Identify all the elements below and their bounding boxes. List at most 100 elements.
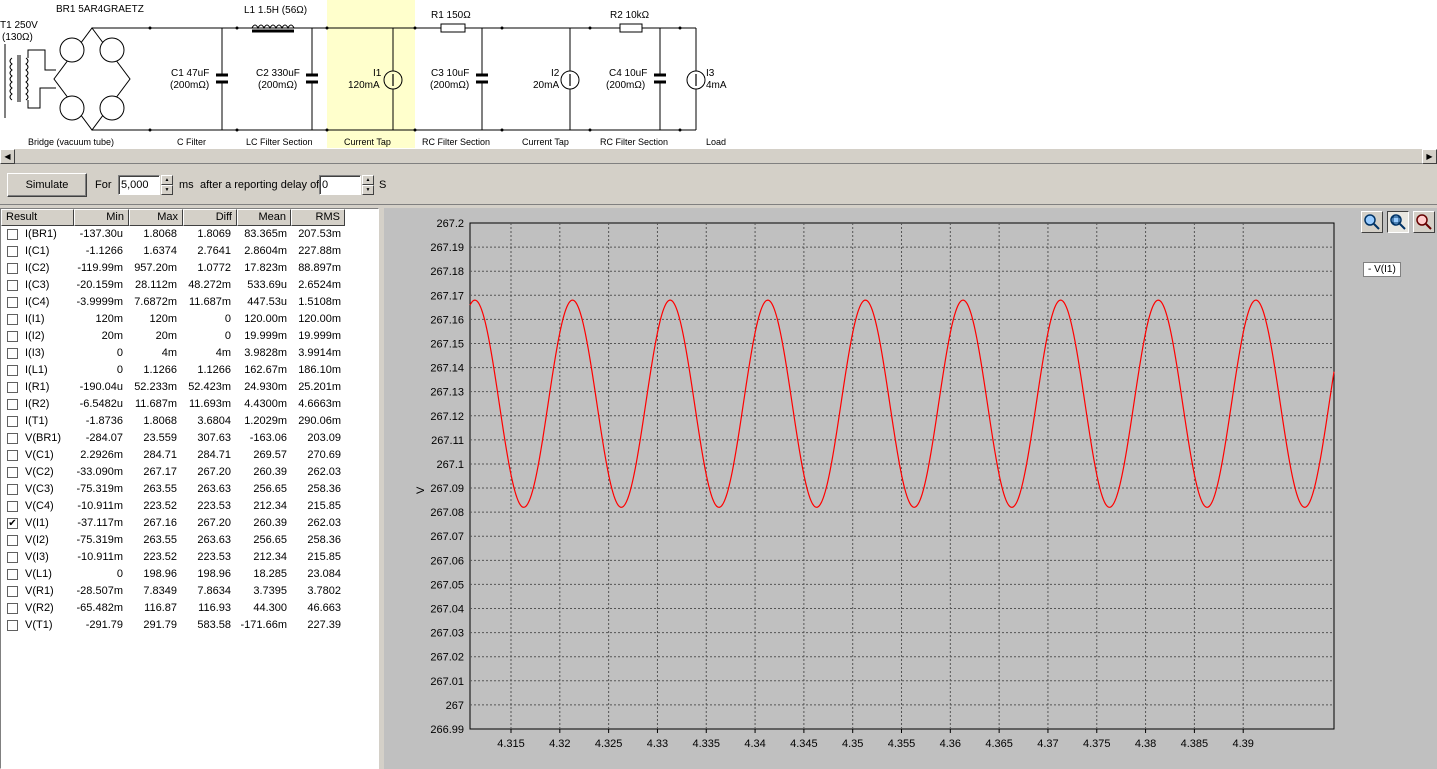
result-name: V(I1) [25, 517, 49, 529]
header-result[interactable]: Result [1, 209, 74, 226]
voltage-chart[interactable]: 267.2 267.19 267.18 267.17 267.16 267.15 267.1… [384, 208, 1437, 769]
result-max: 20m [155, 330, 177, 342]
row-checkbox[interactable] [7, 246, 18, 257]
result-diff: 3.6804 [197, 415, 231, 427]
table-row[interactable]: I(C2) -119.99m 957.20m 1.0772 17.823m 88.897m [1, 260, 378, 277]
row-checkbox[interactable] [7, 314, 18, 325]
table-row[interactable]: I(L1) 0 1.1266 1.1266 162.67m 186.10m [1, 362, 378, 379]
header-rms[interactable]: RMS [291, 209, 345, 226]
table-row[interactable]: V(R1) -28.507m 7.8349 7.8634 3.7395 3.7802 [1, 583, 378, 600]
scroll-right-icon[interactable]: ▶ [1422, 149, 1437, 164]
schematic-horizontal-scrollbar[interactable]: ◀ ▶ [0, 148, 1437, 164]
y-tick-label: 267.16 [430, 314, 464, 326]
header-min[interactable]: Min [74, 209, 129, 226]
table-row[interactable]: V(C1) 2.2926m 284.71 284.71 269.57 270.69 [1, 447, 378, 464]
result-min: -20.159m [76, 279, 123, 291]
table-row[interactable]: V(R2) -65.482m 116.87 116.93 44.300 46.663 [1, 600, 378, 617]
zoom-out-icon[interactable] [1413, 211, 1435, 233]
row-checkbox[interactable] [7, 535, 18, 546]
result-diff: 0 [224, 330, 231, 342]
row-checkbox[interactable] [7, 569, 18, 580]
load-section-label: Load [706, 137, 726, 147]
table-row[interactable]: V(I3) -10.911m 223.52 223.53 212.34 215.85 [1, 549, 378, 566]
table-row[interactable]: ✔ V(I1) -37.117m 267.16 267.20 260.39 262.03 [1, 515, 378, 532]
row-checkbox[interactable] [7, 586, 18, 597]
y-tick-label: 266.99 [430, 724, 464, 736]
row-checkbox[interactable] [7, 365, 18, 376]
row-checkbox[interactable] [7, 450, 18, 461]
result-rms: 215.85 [307, 551, 341, 563]
row-checkbox[interactable] [7, 552, 18, 563]
table-row[interactable]: I(C4) -3.9999m 7.6872m 11.687m 447.53u 1.5108… [1, 294, 378, 311]
row-checkbox[interactable] [7, 467, 18, 478]
table-row[interactable]: I(C3) -20.159m 28.112m 48.272m 533.69u 2.6524… [1, 277, 378, 294]
s-label: S [379, 179, 387, 191]
table-row[interactable]: I(I3) 0 4m 4m 3.9828m 3.9914m [1, 345, 378, 362]
chart-legend[interactable]: - V(I1) [1363, 262, 1401, 277]
table-row[interactable]: I(BR1) -137.30u 1.8068 1.8069 83.365m 207.53m [1, 226, 378, 243]
table-row[interactable]: V(I2) -75.319m 263.55 263.63 256.65 258.36 [1, 532, 378, 549]
table-row[interactable]: I(R1) -190.04u 52.233m 52.423m 24.930m 25.201… [1, 379, 378, 396]
table-row[interactable]: V(C3) -75.319m 263.55 263.63 256.65 258.36 [1, 481, 378, 498]
c1-esr: (200mΩ) [170, 80, 209, 91]
result-diff: 0 [224, 313, 231, 325]
y-tick-label: 267.19 [430, 242, 464, 254]
row-checkbox[interactable] [7, 603, 18, 614]
delay-stepper[interactable]: ▲ ▼ [362, 175, 374, 195]
table-row[interactable]: V(C4) -10.911m 223.52 223.53 212.34 215.85 [1, 498, 378, 515]
table-row[interactable]: I(I2) 20m 20m 0 19.999m 19.999m [1, 328, 378, 345]
row-checkbox[interactable] [7, 280, 18, 291]
delay-input[interactable]: 0 [319, 175, 361, 195]
y-tick-label: 267.04 [430, 604, 464, 616]
i1-value: 120mA [348, 80, 380, 91]
result-name: I(C3) [25, 279, 50, 291]
simulate-button[interactable]: Simulate [7, 173, 87, 197]
bridge-section-label: Bridge (vacuum tube) [28, 137, 114, 147]
c1-label: C1 47uF [171, 68, 209, 79]
x-tick-label: 4.34 [744, 738, 765, 750]
table-row[interactable]: I(T1) -1.8736 1.8068 3.6804 1.2029m 290.06m [1, 413, 378, 430]
header-mean[interactable]: Mean [237, 209, 291, 226]
header-diff[interactable]: Diff [183, 209, 237, 226]
result-min: 120m [95, 313, 123, 325]
result-mean: 256.65 [253, 483, 287, 495]
scroll-left-icon[interactable]: ◀ [0, 149, 15, 164]
row-checkbox[interactable] [7, 620, 18, 631]
duration-input[interactable]: 5,000 [118, 175, 160, 195]
table-row[interactable]: V(L1) 0 198.96 198.96 18.285 23.084 [1, 566, 378, 583]
row-checkbox[interactable] [7, 382, 18, 393]
table-row[interactable]: I(R2) -6.5482u 11.687m 11.693m 4.4300m 4.6663… [1, 396, 378, 413]
row-checkbox[interactable] [7, 416, 18, 427]
duration-stepper[interactable]: ▲ ▼ [161, 175, 173, 195]
table-row[interactable]: V(T1) -291.79 291.79 583.58 -171.66m 227.39 [1, 617, 378, 634]
row-checkbox[interactable] [7, 399, 18, 410]
row-checkbox[interactable] [7, 501, 18, 512]
result-max: 198.96 [143, 568, 177, 580]
header-max[interactable]: Max [129, 209, 183, 226]
result-mean: 17.823m [244, 262, 287, 274]
table-row[interactable]: V(C2) -33.090m 267.17 267.20 260.39 262.03 [1, 464, 378, 481]
table-row[interactable]: V(BR1) -284.07 23.559 307.63 -163.06 203.09 [1, 430, 378, 447]
result-mean: 260.39 [253, 466, 287, 478]
current-tap-section-label-2: Current Tap [522, 137, 569, 147]
result-mean: -163.06 [249, 432, 287, 444]
row-checkbox[interactable] [7, 484, 18, 495]
y-tick-label: 267.11 [431, 435, 464, 447]
result-name: I(T1) [25, 415, 49, 427]
zoom-fit-icon[interactable] [1387, 211, 1409, 233]
row-checkbox[interactable] [7, 433, 18, 444]
row-checkbox[interactable] [7, 263, 18, 274]
zoom-in-icon[interactable] [1361, 211, 1383, 233]
plot-area[interactable]: 267.2 267.19 267.18 267.17 267.16 267.15 267.1… [384, 208, 1437, 769]
row-checkbox[interactable] [7, 331, 18, 342]
x-tick-label: 4.37 [1037, 738, 1058, 750]
row-checkbox[interactable] [7, 297, 18, 308]
result-rms: 227.39 [307, 619, 341, 631]
c2-label: C2 330uF [256, 68, 300, 79]
table-row[interactable]: I(C1) -1.1266 1.6374 2.7641 2.8604m 227.88m [1, 243, 378, 260]
row-checkbox[interactable] [7, 348, 18, 359]
row-checkbox[interactable] [7, 229, 18, 240]
schematic-panel[interactable]: BR1 5AR4GRAETZ T1 250V (130Ω) Bridge (va… [0, 0, 1437, 148]
table-row[interactable]: I(I1) 120m 120m 0 120.00m 120.00m [1, 311, 378, 328]
row-checkbox[interactable]: ✔ [7, 518, 18, 529]
